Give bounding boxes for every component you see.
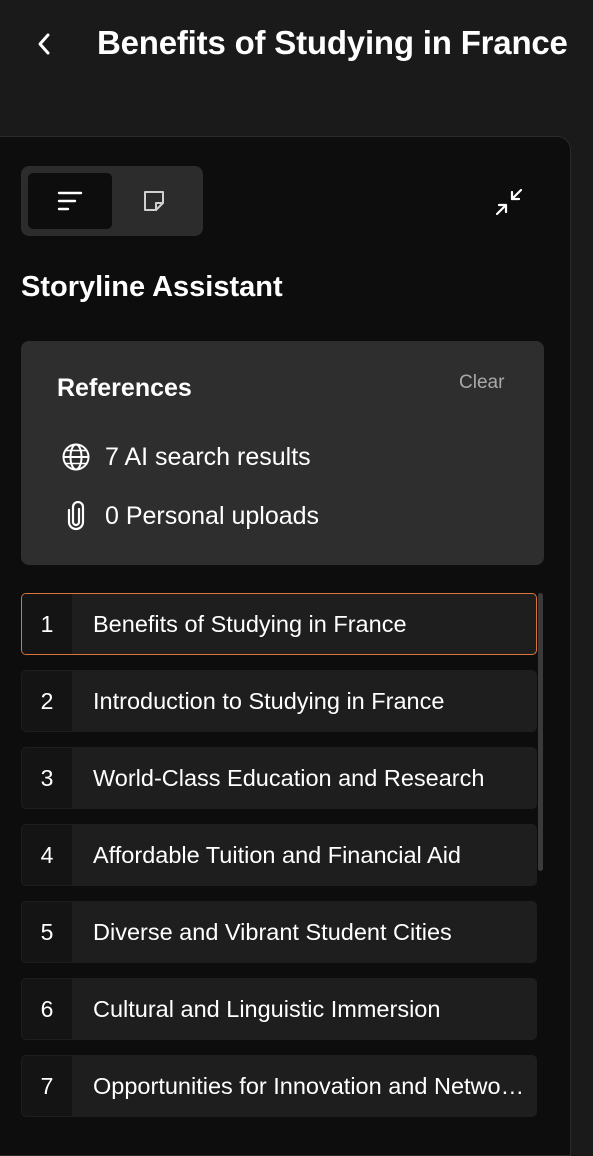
ai-search-results[interactable]: 7 AI search results: [59, 440, 311, 474]
collapse-button[interactable]: [490, 183, 528, 221]
personal-uploads-label: 0 Personal uploads: [105, 501, 320, 530]
outline-item-label: Introduction to Studying in France: [93, 687, 445, 714]
outline-item-number: 1: [22, 594, 72, 654]
outline-item-5[interactable]: 5 Diverse and Vibrant Student Cities: [21, 901, 537, 963]
outline-item-label: World-Class Education and Research: [93, 764, 485, 791]
outline-item-number: 7: [22, 1056, 72, 1116]
outline-item-label: Affordable Tuition and Financial Aid: [93, 841, 461, 868]
outline-view-button[interactable]: [28, 173, 112, 229]
storyline-panel: Storyline Assistant References Clear 7 A…: [0, 136, 571, 1156]
chevron-left-icon: [38, 33, 50, 55]
references-title: References: [57, 374, 192, 402]
outline-item-number: 2: [22, 671, 72, 731]
sticky-note-icon: [144, 191, 164, 211]
outline-item-number: 3: [22, 748, 72, 808]
outline-item-2[interactable]: 2 Introduction to Studying in France: [21, 670, 537, 732]
notes-view-button[interactable]: [112, 173, 196, 229]
outline-item-1[interactable]: 1 Benefits of Studying in France: [21, 593, 537, 655]
references-card: References Clear 7 AI search results 0 P…: [21, 341, 544, 565]
view-toggle: [21, 166, 203, 236]
back-button[interactable]: [28, 28, 60, 60]
outline-item-6[interactable]: 6 Cultural and Linguistic Immersion: [21, 978, 537, 1040]
outline-item-4[interactable]: 4 Affordable Tuition and Financial Aid: [21, 824, 537, 886]
page-title: Benefits of Studying in France: [97, 24, 568, 61]
globe-icon: [59, 440, 93, 474]
outline-item-label: Cultural and Linguistic Immersion: [93, 995, 441, 1022]
personal-uploads[interactable]: 0 Personal uploads: [59, 499, 319, 533]
outline-scrollbar[interactable]: [538, 593, 543, 871]
clear-button[interactable]: Clear: [459, 372, 504, 394]
minimize-icon: [495, 188, 523, 216]
outline-item-3[interactable]: 3 World-Class Education and Research: [21, 747, 537, 809]
ai-search-results-label: 7 AI search results: [105, 442, 311, 471]
outline-item-7[interactable]: 7 Opportunities for Innovation and Netwo…: [21, 1055, 537, 1117]
outline-item-number: 6: [22, 979, 72, 1039]
outline-item-number: 4: [22, 825, 72, 885]
header: Benefits of Studying in France: [0, 0, 593, 90]
outline-item-number: 5: [22, 902, 72, 962]
outline-item-label: Diverse and Vibrant Student Cities: [93, 918, 452, 945]
outline-icon: [57, 191, 83, 211]
outline-item-label: Opportunities for Innovation and Network…: [93, 1072, 536, 1099]
assistant-title: Storyline Assistant: [21, 271, 283, 303]
outline-item-label: Benefits of Studying in France: [93, 610, 407, 637]
paperclip-icon: [59, 499, 93, 533]
